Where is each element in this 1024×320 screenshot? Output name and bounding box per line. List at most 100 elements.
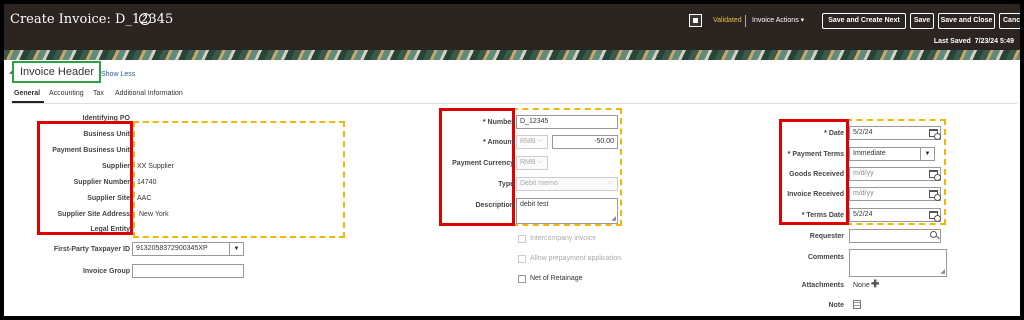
supplier-site-address-value: New York [139, 211, 169, 218]
tab-divider [12, 103, 1017, 104]
last-saved-bar: Last Saved 7/23/24 5:49 [4, 36, 1020, 50]
tab-additional-information[interactable]: Additional Information [115, 90, 183, 97]
calendar-icon[interactable] [929, 211, 941, 222]
chevron-down-icon: ⌵ [607, 179, 613, 186]
terms-date-input[interactable]: 5/2/24 [849, 208, 941, 222]
last-saved-label: Last Saved [933, 38, 971, 45]
description-label: Description [475, 202, 514, 209]
taxpayer-id-label: First-Party Taxpayer ID [53, 246, 130, 253]
section-title: Invoice Header [12, 61, 101, 83]
dropdown-arrow-icon[interactable]: ▼ [920, 148, 934, 160]
amount-currency-select[interactable]: RMB ⌵ [516, 135, 548, 149]
invoice-page: Create Invoice: D_12345 ? Validated Invo… [4, 4, 1020, 316]
amount-currency: RMB [520, 138, 536, 145]
intercompany-checkbox[interactable] [518, 235, 526, 243]
panel-toggle-icon[interactable] [689, 14, 702, 27]
supplier-number-label: Supplier Number [73, 179, 130, 186]
date-input[interactable]: 5/2/24 [849, 126, 941, 140]
description-value: debit test [520, 201, 549, 208]
supplier-number-value: 14740 [137, 179, 157, 186]
tab-accounting[interactable]: Accounting [49, 90, 84, 97]
terms-date-value: 5/2/24 [853, 211, 873, 218]
save-button[interactable]: Save [910, 13, 934, 29]
invoice-received-placeholder: m/d/yy [853, 190, 874, 197]
invoice-group-label: Invoice Group [82, 268, 130, 275]
top-bar: Create Invoice: D_12345 ? Validated Invo… [4, 4, 1020, 36]
tab-tax[interactable]: Tax [93, 90, 104, 97]
highlight-box-yellow [133, 121, 345, 238]
number-label: * Number [482, 119, 514, 126]
comments-textarea[interactable]: ◢ [849, 249, 947, 277]
note-label: Note [828, 302, 844, 309]
add-attachment-icon[interactable]: ✚ [871, 279, 879, 290]
invoice-actions-menu[interactable]: Invoice Actions ▾ [752, 16, 804, 24]
terms-date-label: * Terms Date [801, 212, 844, 219]
intercompany-label: Intercompany invoice [530, 235, 597, 242]
supplier-site-label: Supplier Site [87, 195, 130, 202]
allow-prepayment-checkbox[interactable] [518, 255, 526, 263]
payment-currency-label: Payment Currency [452, 160, 514, 167]
taxpayer-id-value: 9132058372900345XP [136, 245, 208, 252]
payment-terms-label: * Payment Terms [787, 151, 844, 158]
amount-input[interactable]: -50.00 [552, 135, 618, 149]
divider [745, 15, 746, 27]
chevron-down-icon: ⌵ [537, 158, 543, 165]
attachments-label: Attachments [801, 282, 844, 289]
save-create-next-button[interactable]: Save and Create Next [822, 13, 906, 29]
business-unit-label: Business Unit [83, 131, 130, 138]
payment-terms-value: Immediate [853, 150, 886, 157]
supplier-label: Supplier [101, 163, 130, 170]
save-close-button[interactable]: Save and Close [938, 13, 995, 29]
search-icon[interactable] [930, 231, 937, 238]
payment-currency-select[interactable]: RMB ⌵ [516, 156, 548, 170]
net-of-retainage-label: Net of Retainage [530, 275, 583, 282]
resize-handle-icon[interactable]: ◢ [940, 268, 945, 275]
date-value: 5/2/24 [853, 129, 873, 136]
validation-status: Validated [713, 17, 742, 24]
taxpayer-id-select[interactable]: 9132058372900345XP ▼ [132, 242, 244, 256]
last-saved-value: 7/23/24 5:49 [974, 38, 1014, 45]
resize-handle-icon[interactable]: ◢ [611, 215, 616, 222]
allow-prepayment-label: Allow prepayment application [530, 255, 622, 262]
number-input[interactable]: D_12345 [516, 115, 618, 129]
last-saved: Last Saved 7/23/24 5:49 [934, 38, 1014, 45]
note-icon[interactable] [853, 300, 861, 309]
type-value: Debit memo [520, 180, 558, 187]
chevron-down-icon: ⌵ [537, 137, 543, 144]
calendar-icon[interactable] [929, 190, 941, 201]
supplier-value: XX Supplier [137, 163, 174, 170]
show-less-link[interactable]: Show Less [101, 71, 135, 78]
goods-received-label: Goods Received [789, 171, 844, 178]
payment-business-unit-label: Payment Business Unit [52, 147, 130, 154]
dropdown-arrow-icon[interactable]: ▼ [229, 243, 243, 255]
identifying-po-label: Identifying PO [82, 115, 130, 122]
tab-general[interactable]: General [14, 90, 40, 97]
attachments-value: None [853, 282, 870, 289]
decorative-banner [4, 50, 1020, 60]
type-label: Type [498, 181, 514, 188]
invoice-received-label: Invoice Received [787, 191, 844, 198]
date-label: * Date [824, 130, 844, 137]
requester-input[interactable] [849, 229, 941, 243]
invoice-received-input[interactable]: m/d/yy [849, 187, 941, 201]
payment-currency-value: RMB [520, 159, 536, 166]
type-select[interactable]: Debit memo ⌵ [516, 177, 618, 191]
calendar-icon[interactable] [929, 129, 941, 140]
invoice-group-input[interactable] [132, 264, 244, 278]
amount-label: * Amount [483, 139, 514, 146]
supplier-site-value: AAC [137, 195, 152, 202]
help-icon[interactable]: ? [139, 13, 151, 25]
legal-entity-label: Legal Entity [90, 226, 130, 233]
requester-label: Requester [809, 233, 844, 240]
number-value: D_12345 [520, 118, 549, 125]
amount-value: -50.00 [594, 138, 614, 145]
supplier-site-address-label: Supplier Site Address [57, 211, 130, 218]
goods-received-placeholder: m/d/yy [853, 170, 874, 177]
calendar-icon[interactable] [929, 170, 941, 181]
cancel-button[interactable]: Cance [999, 13, 1020, 29]
comments-label: Comments [807, 254, 844, 261]
payment-terms-select[interactable]: Immediate ▼ [849, 147, 935, 161]
goods-received-input[interactable]: m/d/yy [849, 167, 941, 181]
net-of-retainage-checkbox[interactable] [518, 275, 526, 283]
description-textarea[interactable]: debit test ◢ [516, 198, 618, 224]
